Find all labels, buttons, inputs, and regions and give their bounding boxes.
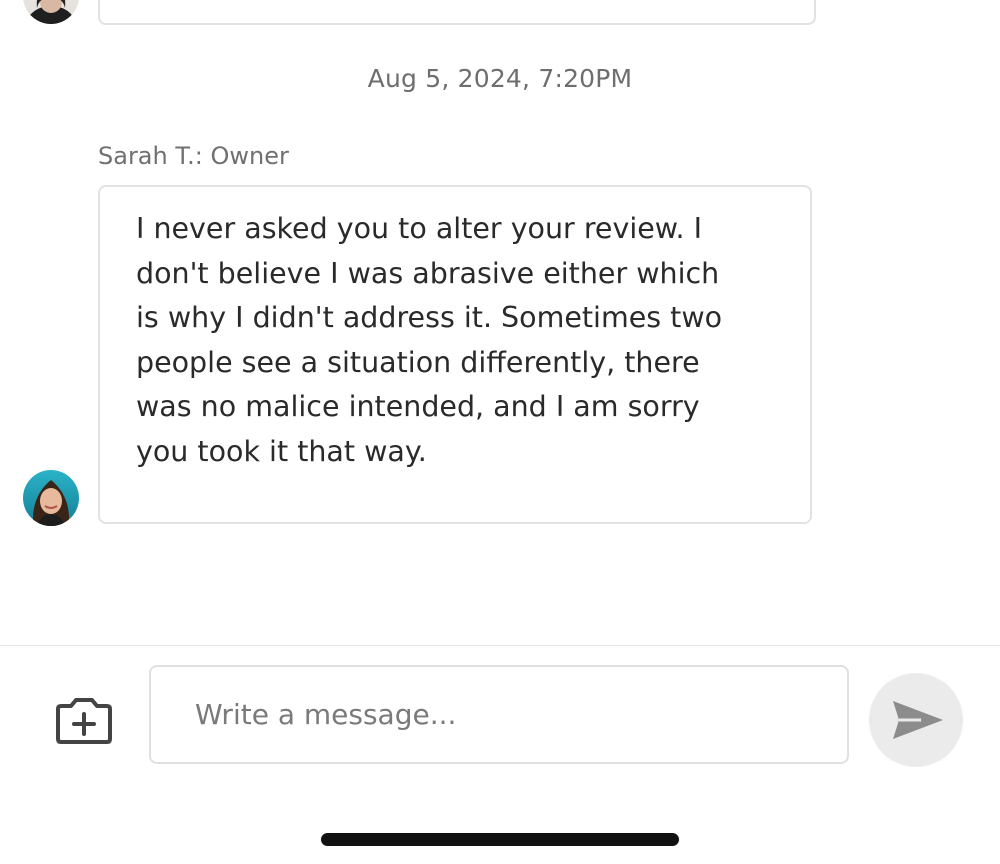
message-input-container[interactable] xyxy=(149,665,849,764)
home-indicator[interactable] xyxy=(321,833,679,846)
previous-message-bubble xyxy=(98,0,816,25)
sender-label: Sarah T.: Owner xyxy=(98,142,289,170)
message-timestamp: Aug 5, 2024, 7:20PM xyxy=(367,64,633,93)
message-text: I never asked you to alter your review. … xyxy=(136,212,723,468)
previous-sender-avatar[interactable] xyxy=(23,0,79,24)
camera-plus-icon[interactable] xyxy=(55,694,113,746)
message-input[interactable] xyxy=(195,667,815,762)
owner-avatar[interactable] xyxy=(23,470,79,526)
message-bubble: I never asked you to alter your review. … xyxy=(98,185,812,524)
composer-divider xyxy=(0,645,1000,646)
send-arrow-icon xyxy=(893,701,943,739)
send-button[interactable] xyxy=(869,673,963,767)
